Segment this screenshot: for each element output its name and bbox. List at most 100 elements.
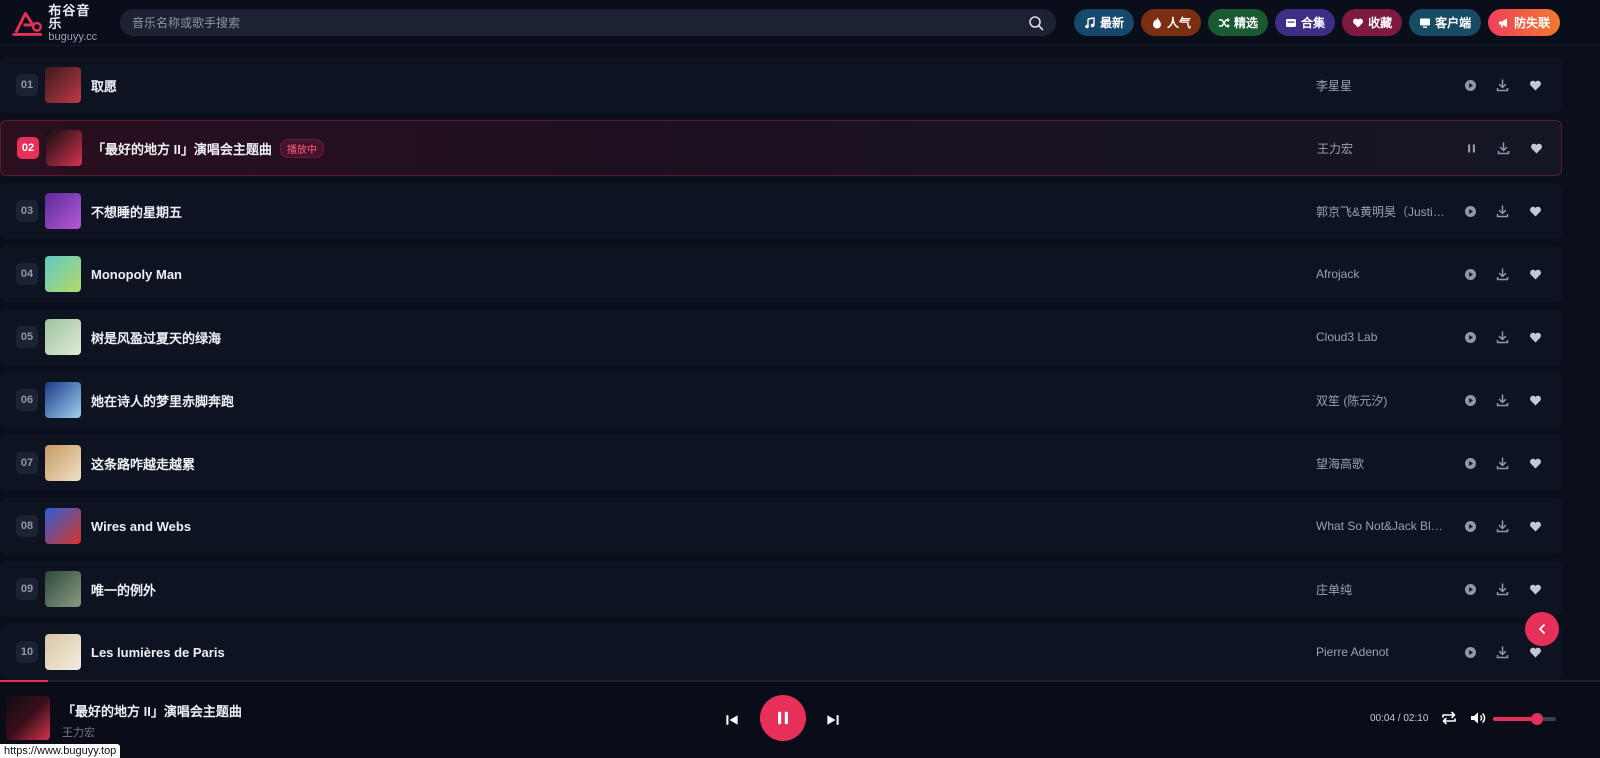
favorite-button[interactable] xyxy=(1527,644,1543,660)
nav-collection-label: 合集 xyxy=(1301,16,1326,30)
play-button[interactable] xyxy=(1462,77,1478,93)
song-artist[interactable]: 望海高歌 xyxy=(1316,455,1446,472)
progress-bar[interactable] xyxy=(0,680,48,682)
next-button[interactable] xyxy=(823,710,843,730)
song-artist[interactable]: 李星星 xyxy=(1316,77,1446,94)
song-artist[interactable]: 双笙 (陈元汐) xyxy=(1316,392,1446,409)
now-playing-cover[interactable] xyxy=(6,696,50,740)
nav-latest-button[interactable]: 最新 xyxy=(1074,9,1135,36)
volume-button[interactable] xyxy=(1469,709,1487,727)
megaphone-icon xyxy=(1499,18,1508,27)
play-button[interactable] xyxy=(1462,581,1478,597)
album-cover[interactable] xyxy=(46,130,82,166)
nav-featured-button[interactable]: 精选 xyxy=(1208,9,1269,36)
album-cover[interactable] xyxy=(45,256,81,292)
play-button[interactable] xyxy=(1462,644,1478,660)
play-button[interactable] xyxy=(1462,518,1478,534)
song-title[interactable]: Les lumières de Paris xyxy=(91,645,225,660)
song-artist[interactable]: What So Not&Jack Black xyxy=(1316,519,1446,533)
playback-time: 00:04 / 02:10 xyxy=(1370,713,1429,724)
album-cover[interactable] xyxy=(45,193,81,229)
song-artist[interactable]: 郭京飞&黄明昊（Justin） xyxy=(1316,203,1446,220)
collapse-side-button[interactable] xyxy=(1525,612,1559,646)
song-title[interactable]: Monopoly Man xyxy=(91,267,182,282)
album-cover[interactable] xyxy=(45,382,81,418)
favorite-button[interactable] xyxy=(1527,266,1543,282)
song-row[interactable]: 02 「最好的地方 II」演唱会主题曲 播放中 王力宏 xyxy=(0,120,1562,176)
favorite-button[interactable] xyxy=(1527,392,1543,408)
download-button[interactable] xyxy=(1494,392,1510,408)
song-title[interactable]: 她在诗人的梦里赤脚奔跑 xyxy=(91,391,234,410)
nav-latest-label: 最新 xyxy=(1100,16,1125,30)
loop-button[interactable] xyxy=(1440,709,1458,727)
site-logo[interactable]: 布谷音乐 buguyy.cc xyxy=(12,4,102,42)
download-button[interactable] xyxy=(1495,140,1511,156)
song-title[interactable]: 取愿 xyxy=(91,76,117,95)
download-button[interactable] xyxy=(1494,77,1510,93)
download-button[interactable] xyxy=(1494,455,1510,471)
song-title[interactable]: Wires and Webs xyxy=(91,519,191,534)
play-button[interactable] xyxy=(1462,329,1478,345)
song-row[interactable]: 03 不想睡的星期五 郭京飞&黄明昊（Justin） xyxy=(0,183,1562,239)
song-row[interactable]: 09 唯一的例外 庄单纯 xyxy=(0,561,1562,617)
song-title[interactable]: 这条路咋越走越累 xyxy=(91,454,195,473)
nav-client-button[interactable]: 客户端 xyxy=(1409,9,1482,36)
favorite-button[interactable] xyxy=(1527,329,1543,345)
download-button[interactable] xyxy=(1494,203,1510,219)
download-button[interactable] xyxy=(1494,581,1510,597)
song-artist[interactable]: Cloud3 Lab xyxy=(1316,330,1446,344)
play-button[interactable] xyxy=(1462,266,1478,282)
download-button[interactable] xyxy=(1494,266,1510,282)
pause-button[interactable] xyxy=(1463,140,1479,156)
favorite-button[interactable] xyxy=(1527,203,1543,219)
search-input[interactable] xyxy=(132,15,1028,30)
song-row[interactable]: 10 Les lumières de Paris Pierre Adenot xyxy=(0,624,1562,680)
pause-button[interactable] xyxy=(760,695,806,741)
favorite-button[interactable] xyxy=(1528,140,1544,156)
favorite-button[interactable] xyxy=(1527,455,1543,471)
play-button[interactable] xyxy=(1462,203,1478,219)
favorite-button[interactable] xyxy=(1527,581,1543,597)
song-row[interactable]: 04 Monopoly Man Afrojack xyxy=(0,246,1562,302)
song-artist[interactable]: Afrojack xyxy=(1316,267,1446,281)
nav-popular-button[interactable]: 人气 xyxy=(1141,9,1202,36)
song-title[interactable]: 树是风盈过夏天的绿海 xyxy=(91,328,221,347)
search-icon[interactable] xyxy=(1028,15,1044,31)
heart-icon xyxy=(1529,395,1541,405)
volume-handle[interactable] xyxy=(1531,713,1544,725)
download-button[interactable] xyxy=(1494,644,1510,660)
album-cover[interactable] xyxy=(45,571,81,607)
song-artist[interactable]: 庄单纯 xyxy=(1316,581,1446,598)
favorite-button[interactable] xyxy=(1527,77,1543,93)
favorite-button[interactable] xyxy=(1527,518,1543,534)
album-cover[interactable] xyxy=(45,634,81,670)
song-row[interactable]: 07 这条路咋越走越累 望海高歌 xyxy=(0,435,1562,491)
album-cover[interactable] xyxy=(45,67,81,103)
play-circle-icon xyxy=(1464,268,1476,280)
song-row[interactable]: 06 她在诗人的梦里赤脚奔跑 双笙 (陈元汐) xyxy=(0,372,1562,428)
volume-slider[interactable] xyxy=(1493,713,1556,725)
song-row[interactable]: 01 取愿 李星星 xyxy=(0,57,1562,113)
now-playing-artist[interactable]: 王力宏 xyxy=(62,724,95,740)
song-title[interactable]: 「最好的地方 II」演唱会主题曲 播放中 xyxy=(92,138,324,158)
album-cover[interactable] xyxy=(45,445,81,481)
song-title-text: 她在诗人的梦里赤脚奔跑 xyxy=(91,393,235,409)
album-cover[interactable] xyxy=(45,508,81,544)
album-cover[interactable] xyxy=(45,319,81,355)
song-artist[interactable]: Pierre Adenot xyxy=(1316,645,1446,659)
song-artist[interactable]: 王力宏 xyxy=(1317,140,1447,157)
play-button[interactable] xyxy=(1462,392,1478,408)
nav-collection-button[interactable]: 合集 xyxy=(1275,9,1336,36)
download-icon xyxy=(1496,267,1508,280)
nav-favorites-button[interactable]: 收藏 xyxy=(1342,9,1403,36)
download-button[interactable] xyxy=(1494,518,1510,534)
nav-anti-lost-button[interactable]: 防失联 xyxy=(1488,9,1561,36)
previous-button[interactable] xyxy=(722,710,742,730)
song-title[interactable]: 唯一的例外 xyxy=(91,580,156,599)
song-title[interactable]: 不想睡的星期五 xyxy=(91,202,182,221)
song-row[interactable]: 08 Wires and Webs What So Not&Jack Black xyxy=(0,498,1562,554)
song-row[interactable]: 05 树是风盈过夏天的绿海 Cloud3 Lab xyxy=(0,309,1562,365)
download-button[interactable] xyxy=(1494,329,1510,345)
song-title-text: Wires and Webs xyxy=(91,518,192,534)
play-button[interactable] xyxy=(1462,455,1478,471)
